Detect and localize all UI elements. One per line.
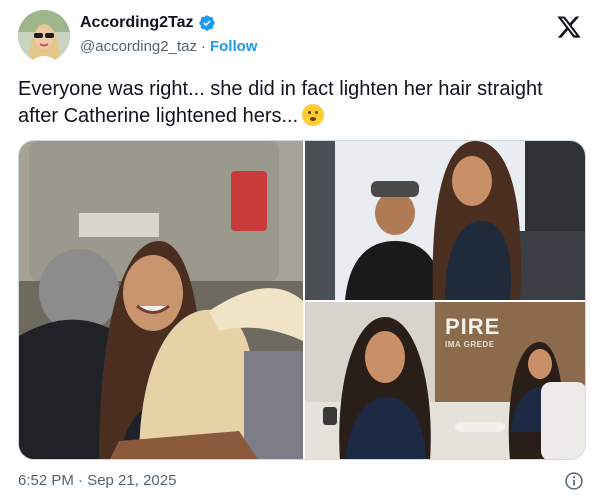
media-grid[interactable]: PIRE IMA GREDE xyxy=(18,140,586,460)
display-name[interactable]: According2Taz xyxy=(80,14,194,32)
info-icon[interactable] xyxy=(564,471,584,491)
tweet-body: Everyone was right... she did in fact li… xyxy=(18,78,543,127)
timestamp[interactable]: 6:52 PM · Sep 21, 2025 xyxy=(18,472,176,489)
photo-interview[interactable]: PIRE IMA GREDE xyxy=(305,302,585,459)
verified-badge-icon xyxy=(198,15,215,31)
tweet-card: According2Taz @according2_taz · Follow E… xyxy=(0,0,600,497)
overlay-title: PIRE xyxy=(445,314,501,339)
photo-crowd[interactable] xyxy=(19,141,303,459)
photo-stands[interactable] xyxy=(305,141,585,300)
x-logo-icon[interactable] xyxy=(556,14,582,40)
name-row: According2Taz xyxy=(80,14,216,32)
tweet-footer: 6:52 PM · Sep 21, 2025 xyxy=(18,472,588,492)
handle[interactable]: @according2_taz xyxy=(80,38,197,55)
overlay-subtitle: IMA GREDE xyxy=(445,340,495,349)
follow-button[interactable]: Follow xyxy=(210,38,258,55)
avatar[interactable] xyxy=(18,10,70,62)
separator-dot: · xyxy=(200,38,206,55)
tweet-text: Everyone was right... she did in fact li… xyxy=(18,76,578,130)
thinking-face-emoji xyxy=(302,104,325,126)
tweet-header: According2Taz @according2_taz · Follow xyxy=(18,10,588,62)
handle-row: @according2_taz · Follow xyxy=(80,38,257,55)
